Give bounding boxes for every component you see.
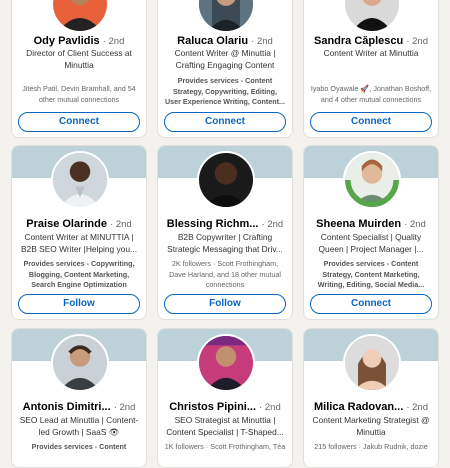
avatar[interactable] xyxy=(343,0,401,33)
profile-headline: Content Marketing Strategist @ Minuttia xyxy=(312,415,430,437)
services-summary: Provides services - Copywriting, Bloggin… xyxy=(23,259,135,291)
profile-headline: Content Writer at MINUTTIA | B2B SEO Wri… xyxy=(20,232,138,254)
profile-name[interactable]: Ody Pavlidis xyxy=(34,35,100,47)
avatar[interactable] xyxy=(197,0,255,33)
avatar[interactable] xyxy=(51,0,109,33)
connection-degree: · 2nd xyxy=(110,219,132,230)
avatar[interactable] xyxy=(51,151,109,209)
services-summary: Provides services - Content xyxy=(31,442,127,451)
profile-card[interactable]: Sheena Muirden · 2nd Content Specialist … xyxy=(303,145,439,320)
profile-name[interactable]: Raluca Olariu xyxy=(177,35,248,47)
profile-name[interactable]: Sandra Căplescu xyxy=(314,35,403,47)
services-summary: Provides services - Content Strategy, Co… xyxy=(164,76,286,106)
mutual-connections: Jitesh Patil, Devin Bramhall, and 54 oth… xyxy=(22,84,136,104)
profile-card[interactable]: Christos Pipini... · 2nd SEO Strategist … xyxy=(157,328,293,468)
profile-card[interactable]: Milica Radovan... · 2nd Content Marketin… xyxy=(303,328,439,468)
follow-button[interactable]: Follow xyxy=(18,294,140,314)
connect-button[interactable]: Connect xyxy=(164,112,286,132)
mutual-connections: 1K followers · Scott Frothingham, Téa xyxy=(164,442,286,451)
connection-degree: · 2nd xyxy=(406,402,428,413)
avatar[interactable] xyxy=(51,334,109,392)
connection-degree: · 2nd xyxy=(259,402,281,413)
follow-button[interactable]: Follow xyxy=(164,294,286,314)
profile-headline: Content Writer at Minuttia xyxy=(323,48,419,58)
profile-headline: Director of Client Success at Minuttia xyxy=(26,48,132,70)
avatar[interactable] xyxy=(197,151,255,209)
profile-card[interactable]: Ody Pavlidis · 2nd Director of Client Su… xyxy=(11,0,147,138)
profile-name[interactable]: Blessing Richm... xyxy=(167,218,259,230)
connection-degree: · 2nd xyxy=(404,219,426,230)
mutual-connections: Iyabo Oyawale 🚀, Jonathan Boshoff, and 4… xyxy=(310,84,432,104)
profile-name[interactable]: Milica Radovan... xyxy=(314,401,403,413)
profile-headline: SEO Lead at Minuttia | Content-led Growt… xyxy=(19,415,139,437)
profile-card[interactable]: Blessing Richm... · 2nd B2B Copywriter |… xyxy=(157,145,293,320)
connection-degree: · 2nd xyxy=(261,219,284,230)
profile-card[interactable]: Praise Olarinde · 2nd Content Writer at … xyxy=(11,145,147,320)
profile-card[interactable]: Sandra Căplescu · 2nd Content Writer at … xyxy=(303,0,439,138)
avatar[interactable] xyxy=(197,334,255,392)
connect-button[interactable]: Connect xyxy=(310,112,432,132)
mutual-connections: 2K followers · Scott Frothingham, Dave H… xyxy=(169,259,281,289)
profile-headline: Content Specialist | Quality Queen | Pro… xyxy=(318,232,424,254)
connection-degree: · 2nd xyxy=(406,36,428,47)
profile-headline: SEO Strategist at Minuttia | Content Spe… xyxy=(166,415,284,437)
connection-degree: · 2nd xyxy=(113,402,136,413)
avatar[interactable] xyxy=(343,151,401,209)
profile-card[interactable]: Raluca Olariu · 2nd Content Writer @ Min… xyxy=(157,0,293,138)
mutual-connections: 215 followers · Jakub Rudnik, dozie xyxy=(314,442,428,451)
profile-name[interactable]: Antonis Dimitri... xyxy=(23,401,111,413)
profile-name[interactable]: Sheena Muirden xyxy=(316,218,401,230)
profile-name[interactable]: Christos Pipini... xyxy=(169,401,256,413)
connect-button[interactable]: Connect xyxy=(310,294,432,314)
avatar[interactable] xyxy=(343,334,401,392)
profile-name[interactable]: Praise Olarinde xyxy=(26,218,107,230)
connect-button[interactable]: Connect xyxy=(18,112,140,132)
profile-headline: B2B Copywriter | Crafting Strategic Mess… xyxy=(167,232,283,254)
profile-headline: Content Writer @ Minuttia | Crafting Eng… xyxy=(174,48,276,70)
services-summary: Provides services - Content Strategy, Co… xyxy=(317,259,425,289)
profile-card[interactable]: Antonis Dimitri... · 2nd SEO Lead at Min… xyxy=(11,328,147,468)
connection-degree: · 2nd xyxy=(251,36,273,47)
connection-degree: · 2nd xyxy=(102,36,125,47)
